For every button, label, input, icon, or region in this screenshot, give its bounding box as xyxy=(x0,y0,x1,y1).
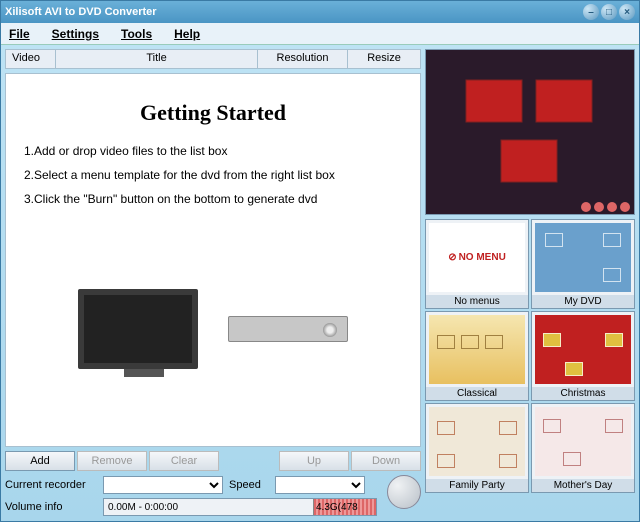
list-header: Video Title Resolution Resize xyxy=(5,49,421,69)
add-button[interactable]: Add xyxy=(5,451,75,471)
step-1: 1.Add or drop video files to the list bo… xyxy=(24,144,402,158)
template-mothers-day[interactable]: Mother's Day xyxy=(531,403,635,493)
col-resize[interactable]: Resize xyxy=(348,50,420,68)
volume-label: Volume info xyxy=(5,501,97,513)
col-title[interactable]: Title xyxy=(56,50,258,68)
video-list[interactable]: Getting Started 1.Add or drop video file… xyxy=(5,73,421,447)
tv-icon xyxy=(78,289,198,369)
preview-stop-icon[interactable] xyxy=(607,202,617,212)
template-classical[interactable]: Classical xyxy=(425,311,529,401)
close-button[interactable]: × xyxy=(619,4,635,20)
recorder-select[interactable] xyxy=(103,476,223,494)
window-title: Xilisoft AVI to DVD Converter xyxy=(5,6,583,18)
illustration xyxy=(24,224,402,434)
step-3: 3.Click the "Burn" button on the bottom … xyxy=(24,192,402,206)
speed-select[interactable] xyxy=(275,476,365,494)
template-family-party[interactable]: Family Party xyxy=(425,403,529,493)
maximize-button[interactable]: □ xyxy=(601,4,617,20)
menu-tools[interactable]: Tools xyxy=(121,27,152,41)
getting-started-title: Getting Started xyxy=(24,100,402,126)
remove-button[interactable]: Remove xyxy=(77,451,147,471)
minimize-button[interactable]: – xyxy=(583,4,599,20)
dvd-player-icon xyxy=(228,316,348,342)
template-my-dvd[interactable]: My DVD xyxy=(531,219,635,309)
template-grid: NO MENU No menus My DVD Classical Christ… xyxy=(425,219,635,517)
volume-bar: 0.00M - 0:00:00 4.3G(478 xyxy=(103,498,377,516)
menu-settings[interactable]: Settings xyxy=(52,27,99,41)
menu-file[interactable]: File xyxy=(9,27,30,41)
step-2: 2.Select a menu template for the dvd fro… xyxy=(24,168,402,182)
menu-preview xyxy=(425,49,635,215)
volume-free: 4.3G(478 xyxy=(316,502,358,513)
clear-button[interactable]: Clear xyxy=(149,451,219,471)
menu-help[interactable]: Help xyxy=(174,27,200,41)
template-christmas[interactable]: Christmas xyxy=(531,311,635,401)
preview-play-icon[interactable] xyxy=(594,202,604,212)
col-video[interactable]: Video xyxy=(6,50,56,68)
burn-button[interactable] xyxy=(387,475,421,509)
volume-text: 0.00M - 0:00:00 xyxy=(104,502,182,513)
app-window: Xilisoft AVI to DVD Converter – □ × File… xyxy=(0,0,640,522)
template-no-menus[interactable]: NO MENU No menus xyxy=(425,219,529,309)
up-button[interactable]: Up xyxy=(279,451,349,471)
col-resolution[interactable]: Resolution xyxy=(258,50,348,68)
preview-prev-icon[interactable] xyxy=(581,202,591,212)
preview-controls xyxy=(581,202,630,212)
down-button[interactable]: Down xyxy=(351,451,421,471)
speed-label: Speed xyxy=(229,479,269,491)
menubar: File Settings Tools Help xyxy=(1,23,639,45)
preview-next-icon[interactable] xyxy=(620,202,630,212)
recorder-label: Current recorder xyxy=(5,479,97,491)
titlebar: Xilisoft AVI to DVD Converter – □ × xyxy=(1,1,639,23)
